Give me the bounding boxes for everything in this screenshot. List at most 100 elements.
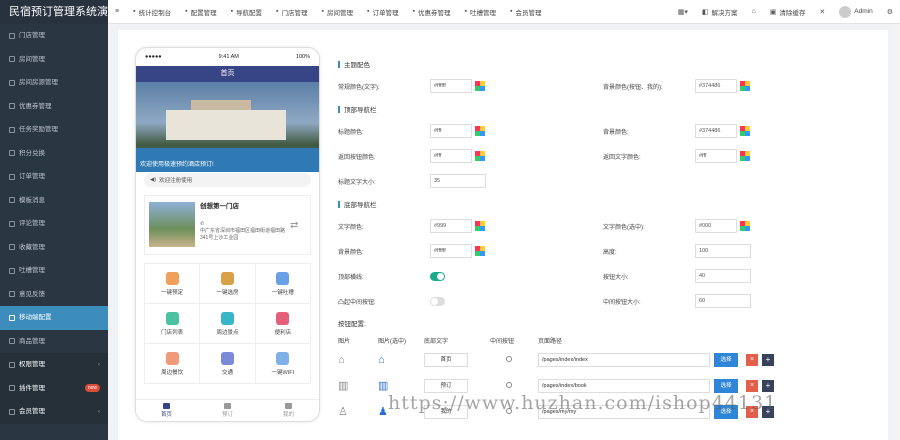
grid-item[interactable]: 便利店 <box>255 304 311 344</box>
topnav-link[interactable]: ▪ 配置管理 <box>178 7 223 17</box>
grid-dropdown-icon[interactable]: ▦▾ <box>671 8 695 16</box>
grid-item[interactable]: 周边餐饮 <box>145 344 201 384</box>
sidebar-item[interactable]: 积分兑换 <box>0 142 108 166</box>
select-button[interactable]: 选择 <box>714 379 738 393</box>
bg-color-input[interactable]: #374486 <box>695 79 737 93</box>
grid-item[interactable]: 一键选房 <box>200 264 256 304</box>
topnav-link[interactable]: ▪ 优惠券管理 <box>406 7 458 17</box>
ticket-icon <box>9 103 15 110</box>
title-color-input[interactable]: #fff <box>430 124 472 138</box>
middle-button-radio[interactable] <box>506 382 512 388</box>
phone-tab[interactable]: 我的 <box>258 400 319 421</box>
color-picker-icon[interactable] <box>475 81 485 91</box>
tab-height-input[interactable]: 100 <box>695 244 751 258</box>
color-picker-icon[interactable] <box>475 126 485 136</box>
chevron-left-icon: ‹ <box>97 361 100 368</box>
sidebar-item[interactable]: 门店管理 <box>0 24 108 48</box>
sidebar-item[interactable]: 收藏管理 <box>0 236 108 260</box>
sidebar-item[interactable]: 模板消息 <box>0 189 108 213</box>
color-picker-icon[interactable] <box>740 126 750 136</box>
mid-button-size-input[interactable]: 60 <box>695 294 751 308</box>
notice-bar: ◀) 欢迎注册使用 <box>144 173 311 187</box>
topnav-link[interactable]: ▪ 导航配置 <box>224 7 269 17</box>
button-text-input[interactable]: 首页 <box>424 353 468 367</box>
tab-text-selected-input[interactable]: #000 <box>695 219 737 233</box>
sidebar-item-label: 会员管理 <box>19 408 45 415</box>
sidebar-item[interactable]: 商品管理 <box>0 330 108 354</box>
home-icon[interactable]: ⌂ <box>338 354 345 366</box>
bed-icon: ▪ <box>321 8 325 15</box>
topnav-link[interactable]: ▪ 统计控制台 <box>126 7 178 17</box>
gift-icon <box>9 126 15 133</box>
home-icon[interactable]: ⌂ <box>378 354 385 366</box>
color-picker-icon[interactable] <box>740 221 750 231</box>
page-scrollbar[interactable] <box>894 24 900 440</box>
color-picker-icon[interactable] <box>475 221 485 231</box>
solution-link[interactable]: ◧ 解决方案 <box>695 7 745 17</box>
sidebar-item[interactable]: 插件管理 new <box>0 376 108 400</box>
topnav-link[interactable]: ▪ 房间管理 <box>315 7 360 17</box>
user-icon[interactable]: ♟ <box>378 406 388 418</box>
store-icon[interactable]: ▥ <box>338 380 348 392</box>
user-icon: ▪ <box>509 8 513 15</box>
convex-button-toggle[interactable] <box>430 296 445 306</box>
user-menu[interactable]: Admin <box>832 5 879 18</box>
font-color-input[interactable]: #ffffff <box>430 79 472 93</box>
grid-item[interactable]: 一键预定 <box>145 264 201 304</box>
title-font-size-input[interactable]: 35 <box>430 174 486 188</box>
topnav-link[interactable]: ▪ 会员管理 <box>503 7 548 17</box>
topnav-link[interactable]: ▪ 门店管理 <box>269 7 314 17</box>
store-icon[interactable]: ▥ <box>378 380 388 392</box>
back-color-input[interactable]: #fff <box>430 149 472 163</box>
grid-item[interactable]: 交通 <box>200 344 256 384</box>
settings-gear-icon[interactable]: ⚙ <box>880 8 900 16</box>
delete-button[interactable]: × <box>746 354 758 366</box>
sidebar-item[interactable]: 优惠券管理 <box>0 95 108 119</box>
sidebar-item[interactable]: 房间管理 <box>0 48 108 72</box>
color-picker-icon[interactable] <box>740 151 750 161</box>
sidebar-item[interactable]: 权限管理 ‹ <box>0 353 108 377</box>
sidebar: 民宿预订管理系统演 门店管理 房间管理 房间房源管理 优惠券管理 任务奖励管理 积分兑换订… <box>0 0 108 440</box>
color-picker-icon[interactable] <box>475 151 485 161</box>
fullscreen-icon[interactable]: ✕ <box>812 8 832 16</box>
bg-color-label: 背景颜色(按钮、我的): <box>603 84 663 91</box>
tab-text-color-input[interactable]: #999 <box>430 219 472 233</box>
phone-tab[interactable]: 预订 <box>197 400 258 421</box>
phone-tab[interactable]: 首页 <box>136 400 197 421</box>
grid-item[interactable]: 一键吐槽 <box>255 264 311 304</box>
menu-toggle-icon[interactable]: ≡ <box>108 8 126 15</box>
sidebar-item[interactable]: 评论管理 <box>0 212 108 236</box>
sidebar-item[interactable]: 会员管理 ‹ <box>0 400 108 424</box>
delete-button[interactable]: × <box>746 380 758 392</box>
icon-size-input[interactable]: 40 <box>695 269 751 283</box>
coins-icon <box>9 150 15 157</box>
sidebar-item[interactable]: 任务奖励管理 <box>0 118 108 142</box>
top-border-toggle[interactable] <box>430 271 445 281</box>
page-path-input[interactable]: /pages/index/index <box>538 353 710 367</box>
grid-item[interactable]: 一键WIFI <box>255 344 311 384</box>
add-button[interactable]: + <box>762 354 774 366</box>
grid-item[interactable]: 周边景点 <box>200 304 256 344</box>
home-icon[interactable]: ⌂ <box>745 8 763 15</box>
sidebar-item[interactable]: 意见反馈 <box>0 283 108 307</box>
page-path-input[interactable]: /pages/index/book <box>538 379 710 393</box>
grid-item[interactable]: 门店列表 <box>145 304 201 344</box>
grid-item-icon <box>220 311 234 325</box>
sidebar-item[interactable]: 吐槽管理 <box>0 259 108 283</box>
color-picker-icon[interactable] <box>740 81 750 91</box>
clear-cache-link[interactable]: ▣ 清除缓存 <box>763 7 813 17</box>
sidebar-item[interactable]: 房间房源管理 <box>0 71 108 95</box>
user-icon[interactable]: ♙ <box>338 406 348 418</box>
button-text-input[interactable]: 预订 <box>424 379 468 393</box>
sidebar-item[interactable]: 订单管理 <box>0 165 108 189</box>
sidebar-item[interactable]: 移动端配置 <box>0 306 108 330</box>
topnav-bg-input[interactable]: #374486 <box>695 124 737 138</box>
add-button[interactable]: + <box>762 380 774 392</box>
tab-bg-input[interactable]: #ffffff <box>430 244 472 258</box>
select-button[interactable]: 选择 <box>714 353 738 367</box>
back-text-color-input[interactable]: #fff <box>695 149 737 163</box>
middle-button-radio[interactable] <box>506 356 512 362</box>
color-picker-icon[interactable] <box>475 246 485 256</box>
topnav-link[interactable]: ▪ 吐槽管理 <box>457 7 502 17</box>
topnav-link[interactable]: ▪ 订单管理 <box>360 7 405 17</box>
